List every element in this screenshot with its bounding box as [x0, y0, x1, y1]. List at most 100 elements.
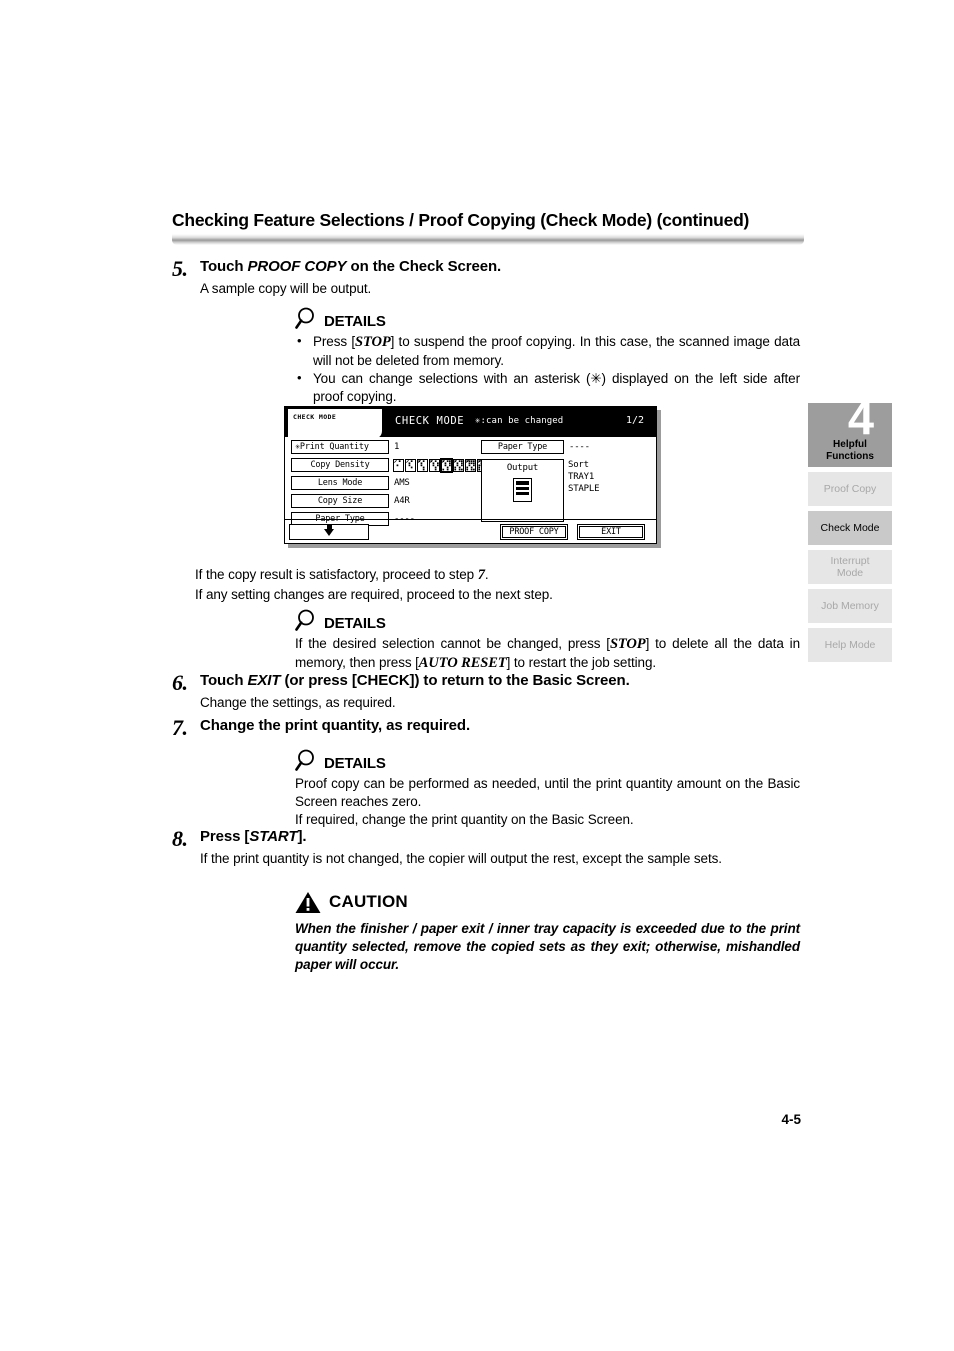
lcd-output-box[interactable]: Output — [481, 459, 564, 522]
step-7-heading: Change the print quantity, as required. — [200, 717, 471, 734]
lcd-proof-copy-button[interactable]: PROOF COPY — [500, 524, 568, 540]
sidebar-item-job-memory[interactable]: Job Memory — [808, 589, 892, 623]
sidebar-chapter-number: 4 — [847, 391, 874, 444]
density-step-5[interactable] — [440, 457, 453, 473]
step-6-heading-emphasis: EXIT — [247, 672, 281, 689]
step-5-subtext: A sample copy will be output. — [200, 280, 372, 296]
lcd-button-bar: PROOF COPY EXIT — [285, 519, 656, 543]
details-3-line-1: Proof copy can be performed as needed, u… — [295, 776, 800, 809]
sidebar-item-check-mode[interactable]: Check Mode — [808, 511, 892, 545]
lcd-field-copy-size[interactable]: Copy Size A4R — [291, 494, 410, 508]
lcd-field-lens-mode[interactable]: Lens Mode AMS — [291, 476, 410, 490]
step-6-heading-pre: Touch — [200, 672, 248, 689]
details-3-line-2: If required, change the print quantity o… — [295, 811, 634, 827]
lcd-exit-button[interactable]: EXIT — [577, 524, 645, 540]
lcd-field-lens-mode-value: AMS — [394, 478, 410, 488]
sidebar-chapter-tab: 4 Helpful Functions — [808, 394, 892, 467]
lcd-page-indicator: 1/2 — [625, 415, 644, 426]
density-step-1[interactable] — [393, 458, 404, 472]
down-arrow-icon — [324, 524, 334, 536]
page-header: Checking Feature Selections / Proof Copy… — [172, 210, 804, 246]
lcd-field-print-quantity-value: 1 — [394, 442, 400, 452]
details-1-bullet-2: You can change selections with an asteri… — [295, 369, 800, 406]
lcd-legend-note: ✳:can be changed — [475, 416, 564, 426]
details-2-label: DETAILS — [324, 615, 386, 632]
caution-text: When the finisher / paper exit / inner t… — [295, 921, 800, 973]
chapter-sidebar: 4 Helpful Functions Proof Copy Check Mod… — [808, 394, 892, 662]
details-3-header: DETAILS — [295, 748, 800, 774]
caution-header: CAUTION — [295, 888, 800, 916]
sidebar-chapter-title-line2: Functions — [826, 450, 874, 462]
lcd-field-copy-density[interactable]: Copy Density — [291, 457, 501, 473]
output-tray-icon — [513, 478, 532, 502]
sidebar-item-help-mode[interactable]: Help Mode — [808, 628, 892, 662]
title-divider — [172, 234, 804, 246]
lcd-field-copy-density-key: Copy Density — [291, 458, 389, 472]
lcd-output-settings: Sort TRAY1 STAPLE — [568, 459, 600, 495]
details-1-bullet-1-emphasis: STOP — [354, 334, 391, 350]
step-7-number: 7. — [172, 715, 188, 740]
step-5-heading-emphasis: PROOF COPY — [247, 258, 347, 275]
density-step-4[interactable] — [429, 458, 440, 472]
lcd-field-paper-type-right-key: Paper Type — [481, 440, 564, 454]
step-8-subtext: If the print quantity is not changed, th… — [200, 850, 722, 866]
lcd-field-print-quantity-key: ✳Print Quantity — [291, 440, 389, 454]
details-1-header: DETAILS — [295, 306, 800, 332]
lcd-output-title: Output — [506, 463, 539, 473]
density-step-7[interactable] — [465, 458, 476, 472]
step-6-number: 6. — [172, 670, 188, 695]
lcd-screen-figure: CHECK MODE CHECK MODE ✳:can be changed 1… — [284, 406, 661, 548]
sidebar-item-proof-copy[interactable]: Proof Copy — [808, 472, 892, 506]
details-block-2: DETAILS If the desired selection cannot … — [295, 608, 800, 673]
lcd-field-copy-size-key: Copy Size — [291, 494, 389, 508]
mid-paragraph-line-1-pre: If the copy result is satisfactory, proc… — [195, 567, 478, 582]
density-step-3[interactable] — [417, 458, 428, 472]
details-1-bullet-2-text: You can change selections with an asteri… — [313, 370, 800, 404]
sidebar-item-interrupt-mode-label: Interrupt Mode — [830, 554, 870, 579]
details-1-label: DETAILS — [324, 313, 386, 330]
magnifier-icon — [295, 748, 321, 774]
lcd-mode-tab[interactable]: CHECK MODE — [287, 408, 383, 438]
lcd-mode-tab-label: CHECK MODE — [293, 413, 337, 421]
step-6-heading: Touch EXIT (or press [CHECK]) to return … — [200, 672, 804, 691]
step-8-heading-post: ]. — [297, 828, 307, 845]
lcd-content: ✳Print Quantity 1 Copy Density Lens Mode… — [285, 437, 656, 543]
lcd-screen-title: CHECK MODE — [395, 415, 465, 427]
mid-paragraph: If the copy result is satisfactory, proc… — [195, 566, 805, 604]
lcd-field-print-quantity[interactable]: ✳Print Quantity 1 — [291, 440, 399, 454]
step-5-number: 5. — [172, 256, 188, 281]
lcd-field-copy-size-value: A4R — [394, 496, 410, 506]
lcd-field-lens-mode-key: Lens Mode — [291, 476, 389, 490]
magnifier-icon — [295, 608, 321, 634]
manual-page: Checking Feature Selections / Proof Copy… — [0, 0, 954, 1351]
details-block-1: DETAILS Press [STOP] to suspend the proo… — [295, 306, 800, 406]
lcd-output-setting-tray: TRAY1 — [568, 472, 595, 483]
sidebar-chapter-title: Helpful Functions — [808, 439, 892, 462]
lcd-title-bar: CHECK MODE CHECK MODE ✳:can be changed 1… — [285, 407, 656, 438]
magnifier-icon — [295, 306, 321, 332]
density-step-2[interactable] — [405, 458, 416, 472]
lcd-scroll-down-button[interactable] — [289, 524, 369, 540]
details-1-list: Press [STOP] to suspend the proof copyin… — [295, 332, 800, 406]
caution-block: CAUTION When the finisher / paper exit /… — [295, 888, 800, 974]
details-1-bullet-1-pre: Press [ — [313, 334, 355, 349]
details-2-text: If the desired selection cannot be chang… — [295, 635, 800, 673]
lcd-field-paper-type-right[interactable]: Paper Type ---- — [481, 440, 590, 454]
details-2-text-pre: If the desired selection cannot be chang… — [295, 636, 610, 651]
details-2-text-emphasis-1: STOP — [609, 636, 646, 652]
step-7: 7. Change the print quantity, as require… — [172, 717, 804, 739]
mid-paragraph-line-1: If the copy result is satisfactory, proc… — [195, 566, 805, 586]
step-6: 6. Touch EXIT (or press [CHECK]) to retu… — [172, 672, 804, 712]
sidebar-chapter-title-line1: Helpful — [833, 439, 867, 450]
step-8-number: 8. — [172, 826, 188, 851]
details-2-header: DETAILS — [295, 608, 800, 634]
page-number: 4-5 — [781, 1112, 801, 1127]
caution-label: CAUTION — [329, 892, 408, 911]
sidebar-item-interrupt-mode[interactable]: Interrupt Mode — [808, 550, 892, 584]
lcd-output-setting-sort: Sort — [568, 460, 589, 470]
step-8-heading: Press [START]. — [200, 828, 804, 847]
lcd-field-paper-type-right-value: ---- — [569, 442, 590, 452]
step-6-subtext: Change the settings, as required. — [200, 694, 396, 710]
details-1-bullet-1: Press [STOP] to suspend the proof copyin… — [295, 332, 800, 370]
density-step-6[interactable] — [453, 458, 464, 472]
